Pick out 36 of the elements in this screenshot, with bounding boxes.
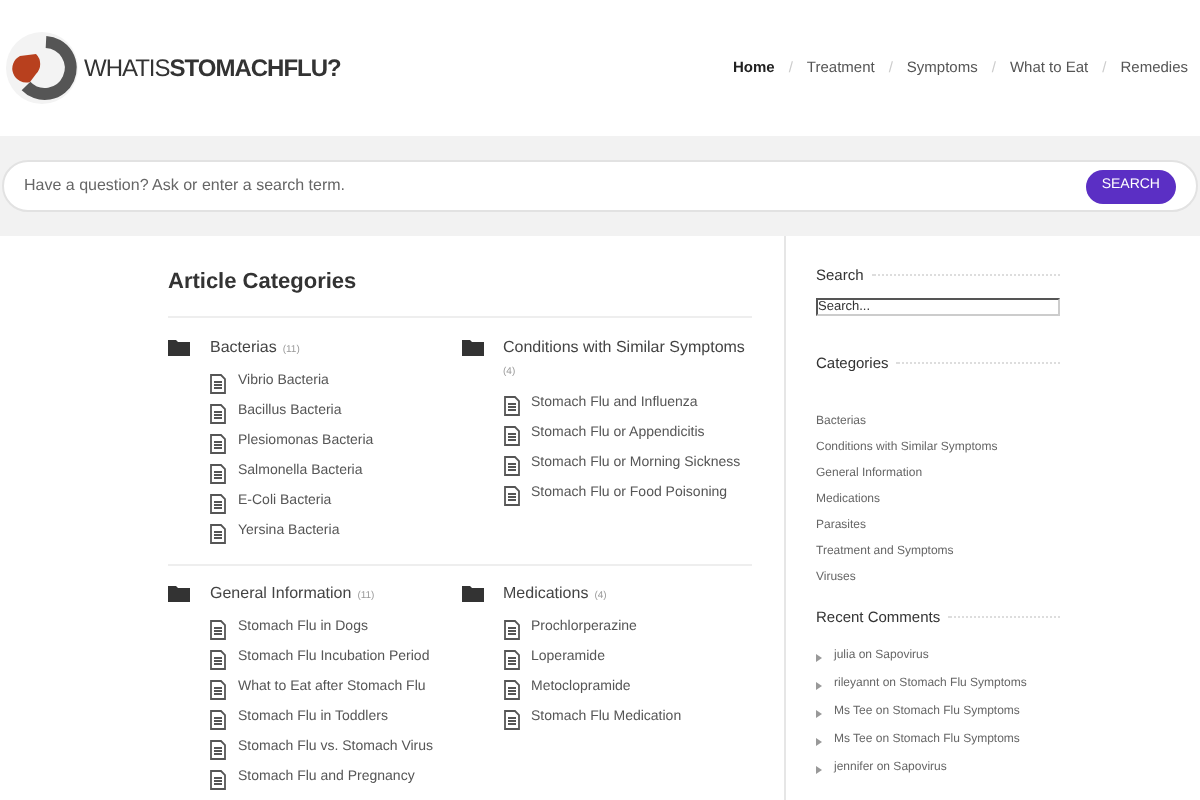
document-icon bbox=[210, 463, 226, 483]
document-icon bbox=[210, 619, 226, 639]
document-icon bbox=[503, 649, 519, 669]
site-logo-text[interactable]: WHATISSTOMACHFLU? bbox=[84, 50, 341, 86]
bullet-icon bbox=[816, 681, 822, 690]
folder-icon bbox=[461, 584, 483, 602]
document-icon bbox=[210, 403, 226, 423]
document-icon bbox=[210, 679, 226, 699]
document-icon bbox=[503, 395, 519, 415]
document-icon bbox=[503, 679, 519, 699]
category-link[interactable]: Conditions with Similar Symptoms bbox=[503, 336, 745, 360]
document-icon bbox=[210, 649, 226, 669]
document-icon bbox=[210, 433, 226, 453]
document-icon bbox=[210, 373, 226, 393]
category-link[interactable]: Bacterias bbox=[210, 336, 277, 360]
document-icon bbox=[503, 619, 519, 639]
document-icon bbox=[210, 769, 226, 789]
category-link[interactable]: General Information bbox=[210, 582, 352, 606]
document-icon bbox=[210, 739, 226, 759]
bullet-icon bbox=[816, 709, 822, 718]
folder-icon bbox=[168, 338, 190, 356]
category-link[interactable]: Medications bbox=[503, 582, 589, 606]
document-icon bbox=[210, 709, 226, 729]
bullet-icon bbox=[816, 737, 822, 746]
document-icon bbox=[210, 523, 226, 543]
page-heading: Article Categories bbox=[168, 268, 752, 318]
bullet-icon bbox=[816, 765, 822, 774]
bullet-icon bbox=[816, 653, 822, 662]
search-placeholder: Have a question? Ask or enter a search term. bbox=[24, 174, 346, 198]
document-icon bbox=[503, 709, 519, 729]
folder-icon bbox=[461, 338, 483, 356]
document-icon bbox=[503, 485, 519, 505]
document-icon bbox=[210, 493, 226, 513]
folder-icon bbox=[168, 584, 190, 602]
document-icon bbox=[503, 425, 519, 445]
document-icon bbox=[503, 455, 519, 475]
